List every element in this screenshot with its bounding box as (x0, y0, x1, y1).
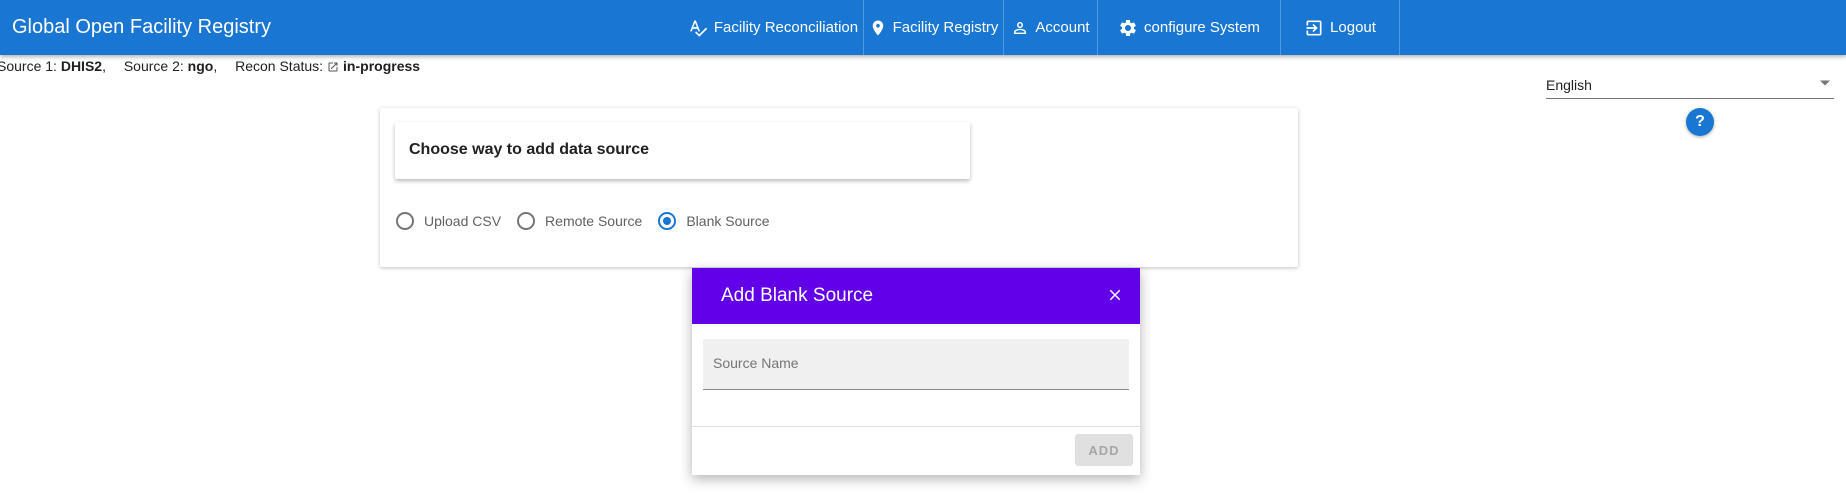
source-name-field[interactable]: Source Name (703, 339, 1129, 390)
gear-icon (1120, 19, 1136, 36)
radio-label: Upload CSV (424, 213, 502, 229)
logout-icon (1306, 20, 1322, 35)
source-2: Source 2: ngo, (123, 58, 218, 74)
app-bar: Global Open Facility Registry Facility R… (0, 0, 1846, 55)
radio-button-selected[interactable] (658, 212, 677, 230)
source-1-value: DHIS2 (60, 58, 103, 74)
radio-label: Remote Source (545, 213, 643, 229)
source-type-radio-group: Upload CSV Remote Source Blank Source (396, 212, 786, 230)
card-title: Choose way to add data source (409, 141, 650, 158)
dialog-title: Add Blank Source (721, 285, 874, 306)
nav-label: Account (1035, 19, 1090, 36)
nav-label: Facility Reconciliation (713, 19, 859, 36)
help-button[interactable]: ? (1686, 108, 1714, 136)
radio-blank-source[interactable]: Blank Source (658, 212, 770, 230)
source-info: Source 1: DHIS2, Source 2: ngo, Recon St… (0, 58, 420, 74)
divider (692, 426, 1140, 427)
nav-account[interactable]: Account (1004, 0, 1098, 55)
source-2-value: ngo (187, 58, 214, 74)
radio-button[interactable] (396, 212, 414, 230)
nav-facility-reconciliation[interactable]: Facility Reconciliation (683, 0, 864, 55)
radio-label: Blank Source (686, 213, 770, 229)
language-value: English (1546, 77, 1592, 93)
recon-status: Recon Status: in-progress (235, 58, 421, 74)
language-select[interactable]: English (1546, 72, 1834, 99)
nav-configure-system[interactable]: configure System (1098, 0, 1281, 55)
person-icon (1014, 21, 1027, 34)
chevron-down-icon (1820, 80, 1830, 86)
radio-remote-source[interactable]: Remote Source (517, 212, 642, 230)
source-1: Source 1: DHIS2, (0, 58, 106, 74)
spellcheck-icon (689, 20, 708, 37)
radio-upload-csv[interactable]: Upload CSV (396, 212, 501, 230)
app-title: Global Open Facility Registry (12, 16, 271, 38)
radio-button[interactable] (517, 212, 536, 230)
source-name-label: Source Name (713, 355, 799, 371)
dialog-header: Add Blank Source (692, 268, 1140, 324)
add-blank-source-dialog: Add Blank Source Source Name ADD (692, 268, 1140, 475)
add-button[interactable]: ADD (1075, 434, 1133, 466)
nav-logout[interactable]: Logout (1281, 0, 1400, 55)
recon-status-value: in-progress (343, 58, 421, 74)
nav-facility-registry[interactable]: Facility Registry (864, 0, 1004, 55)
choose-header-card: Choose way to add data source (395, 122, 970, 179)
close-icon[interactable] (1106, 286, 1124, 304)
nav-label: configure System (1144, 19, 1260, 36)
add-data-source-card: Choose way to add data source Upload CSV… (380, 108, 1298, 267)
nav-label: Logout (1330, 19, 1376, 36)
open-in-new-icon[interactable] (327, 61, 339, 73)
nav-label: Facility Registry (892, 19, 999, 36)
location-pin-icon (872, 20, 883, 35)
